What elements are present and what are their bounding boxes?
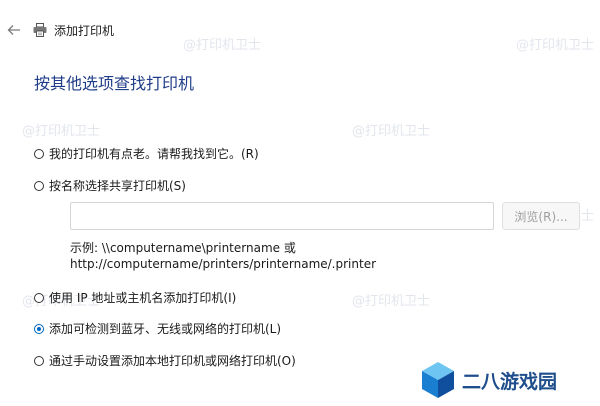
example-line: 示例: \\computername\printername 或 bbox=[70, 241, 296, 255]
radio-button[interactable] bbox=[34, 180, 44, 191]
shared-printer-name-input[interactable] bbox=[70, 202, 494, 230]
option-shared-printer[interactable]: 按名称选择共享打印机(S) bbox=[34, 177, 186, 194]
radio-button[interactable] bbox=[34, 292, 44, 303]
option-label: 通过手动设置添加本地打印机或网络打印机(O) bbox=[49, 354, 296, 368]
option-bluetooth-wireless-network[interactable]: 添加可检测到蓝牙、无线或网络的打印机(L) bbox=[34, 320, 281, 337]
printer-icon bbox=[33, 23, 47, 37]
option-label: 我的打印机有点老。请帮我找到它。(R) bbox=[49, 147, 259, 161]
back-button[interactable] bbox=[4, 20, 24, 40]
option-manual-settings[interactable]: 通过手动设置添加本地打印机或网络打印机(O) bbox=[34, 352, 296, 369]
radio-button[interactable] bbox=[34, 355, 44, 366]
title-bar: 添加打印机 bbox=[0, 0, 600, 58]
example-line: http://computername/printers/printername… bbox=[70, 257, 377, 271]
watermark: @打印机卫士 bbox=[352, 124, 431, 139]
site-logo: 二八游戏园 bbox=[420, 360, 557, 400]
radio-button[interactable] bbox=[34, 148, 44, 159]
browse-button[interactable]: 浏览(R)... bbox=[502, 202, 580, 230]
cube-logo-icon bbox=[422, 362, 454, 398]
option-label: 按名称选择共享打印机(S) bbox=[49, 179, 186, 193]
option-old-printer[interactable]: 我的打印机有点老。请帮我找到它。(R) bbox=[34, 145, 259, 162]
back-arrow-icon bbox=[7, 25, 20, 35]
logo-text: 二八游戏园 bbox=[462, 370, 558, 393]
page-title: 按其他选项查找打印机 bbox=[34, 74, 195, 93]
example-text: 示例: \\computername\printername 或 http://… bbox=[70, 240, 376, 272]
option-label: 添加可检测到蓝牙、无线或网络的打印机(L) bbox=[49, 322, 282, 336]
option-label: 使用 IP 地址或主机名添加打印机(I) bbox=[49, 291, 237, 305]
option-ip-address[interactable]: 使用 IP 地址或主机名添加打印机(I) bbox=[34, 289, 236, 306]
watermark: @打印机卫士 bbox=[22, 124, 101, 139]
watermark: @打印机卫士 bbox=[352, 294, 431, 309]
radio-button-selected[interactable] bbox=[34, 323, 44, 334]
window-title: 添加打印机 bbox=[54, 24, 115, 38]
